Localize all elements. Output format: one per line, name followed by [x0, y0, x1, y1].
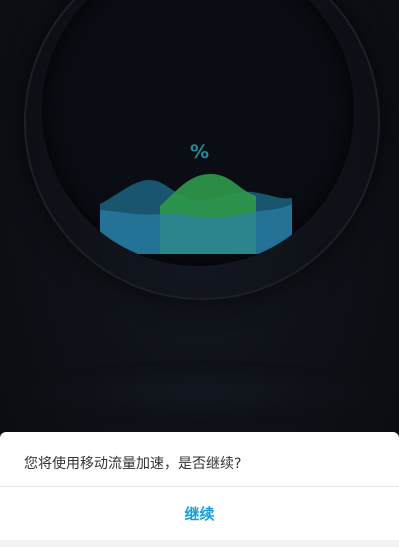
bottom-bar — [0, 540, 399, 547]
continue-button[interactable]: 继续 — [0, 487, 399, 539]
wave-graphic — [100, 174, 292, 254]
mobile-data-dialog: 您将使用移动流量加速，是否继续? 继续 — [0, 432, 399, 547]
dialog-message: 您将使用移动流量加速，是否继续? — [24, 456, 242, 472]
percent-readout: % — [189, 141, 210, 163]
gauge-dial — [42, 0, 354, 266]
pedestal-shadow — [30, 360, 369, 424]
speed-screen: % 您将使用移动流量加速，是否继续? 继续 — [0, 0, 399, 547]
